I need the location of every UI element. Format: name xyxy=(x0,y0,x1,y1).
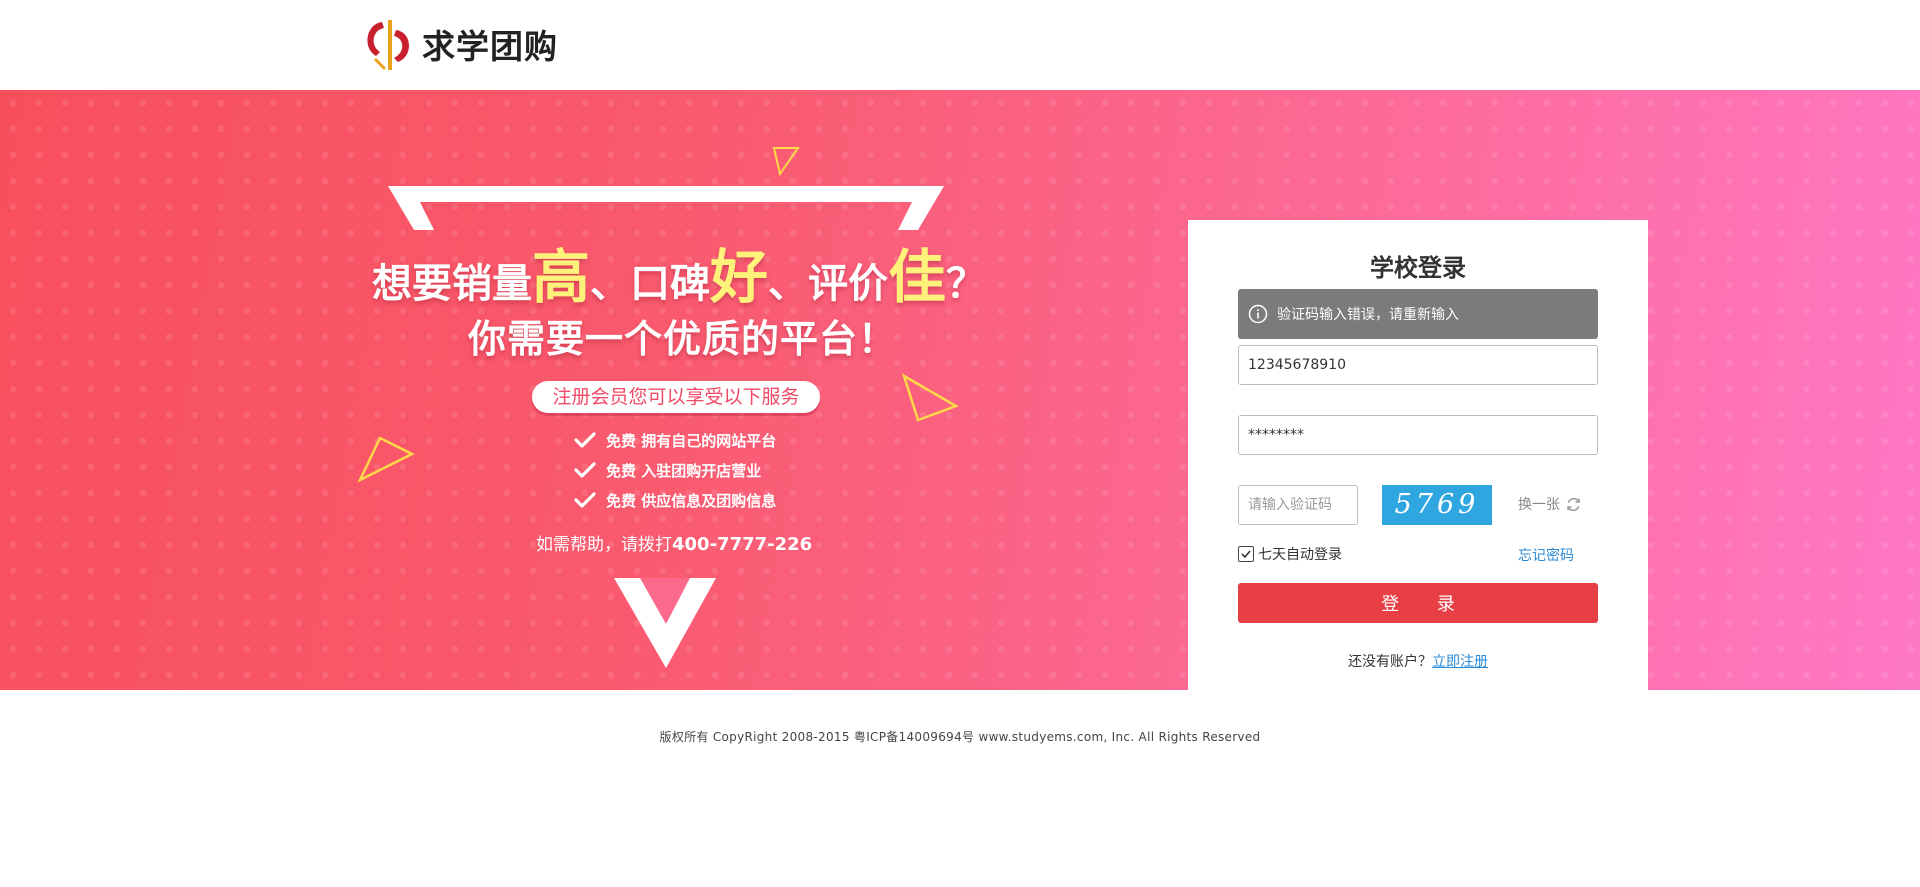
forgot-password-link[interactable]: 忘记密码 xyxy=(1518,545,1574,565)
username-input[interactable] xyxy=(1238,345,1598,385)
banner-subheadline: 你需要一个优质的平台！ xyxy=(468,317,898,361)
captcha-image[interactable]: 5769 xyxy=(1382,485,1492,525)
headline-part-4: ？ xyxy=(946,261,987,307)
password-input[interactable] xyxy=(1238,415,1598,455)
benefit-text: 免费 入驻团购开店营业 xyxy=(606,461,762,480)
logo-text: 求学团购 xyxy=(422,27,558,66)
headline-highlight-good: 好 xyxy=(710,243,769,311)
benefit-item: 免费 拥有自己的网站平台 xyxy=(574,425,776,455)
triangle-outline-2 xyxy=(901,373,959,422)
login-button[interactable]: 登 录 xyxy=(1238,583,1598,623)
register-link[interactable]: 立即注册 xyxy=(1432,654,1488,670)
logo-icon xyxy=(367,20,410,70)
captcha-input[interactable] xyxy=(1238,485,1358,525)
top-bracket-shape xyxy=(388,186,944,230)
check-icon xyxy=(574,492,596,508)
check-icon xyxy=(574,462,596,478)
headline-part-3: 、评价 xyxy=(768,261,889,307)
benefit-text: 免费 拥有自己的网站平台 xyxy=(606,431,777,450)
refresh-captcha-button[interactable]: 换一张 xyxy=(1518,494,1582,514)
error-alert-text: 验证码输入错误，请重新输入 xyxy=(1277,307,1459,323)
headline-highlight-high: 高 xyxy=(532,243,591,311)
register-prompt-text: 还没有账户？ xyxy=(1348,654,1432,670)
help-hotline: 如需帮助，请拨打400-7777-226 xyxy=(536,530,812,555)
benefit-item: 免费 供应信息及团购信息 xyxy=(574,485,776,515)
banner-headline: 想要销量高、口碑好、评价佳？ xyxy=(372,230,992,314)
hero-banner: 想要销量高、口碑好、评价佳？ 你需要一个优质的平台！ 注册会员您可以享受以下服务… xyxy=(0,90,1920,690)
benefit-item: 免费 入驻团购开店营业 xyxy=(574,455,776,485)
login-panel: 学校登录 验证码输入错误，请重新输入 5769 换一张 xyxy=(1188,220,1648,690)
site-logo[interactable]: 求学团购 xyxy=(358,14,558,74)
refresh-label: 换一张 xyxy=(1518,497,1560,513)
hotline-prefix: 如需帮助，请拨打 xyxy=(536,535,672,555)
error-alert: 验证码输入错误，请重新输入 xyxy=(1238,289,1598,339)
hotline-number: 400-7777-226 xyxy=(672,534,813,555)
checkbox-checked-icon[interactable] xyxy=(1238,546,1254,562)
triangle-outline-3 xyxy=(357,436,415,483)
headline-part-2: 、口碑 xyxy=(590,261,711,307)
site-header: 求学团购 xyxy=(0,0,1920,90)
remember-me-label: 七天自动登录 xyxy=(1258,547,1342,563)
member-benefits-pill: 注册会员您可以享受以下服务 xyxy=(532,381,820,413)
remember-me-checkbox[interactable]: 七天自动登录 xyxy=(1238,544,1342,564)
triangle-outline-1 xyxy=(772,147,800,177)
check-icon xyxy=(574,432,596,448)
refresh-icon xyxy=(1567,497,1580,511)
benefit-text: 免费 供应信息及团购信息 xyxy=(606,491,777,510)
register-prompt: 还没有账户？立即注册 xyxy=(1188,651,1648,671)
info-icon xyxy=(1248,304,1268,324)
headline-part-1: 想要销量 xyxy=(372,261,532,307)
headline-highlight-best: 佳 xyxy=(888,243,947,311)
login-title: 学校登录 xyxy=(1370,254,1466,282)
benefits-list: 免费 拥有自己的网站平台 免费 入驻团购开店营业 免费 供应信息及团购信息 xyxy=(574,425,776,515)
footer-copyright: 版权所有 CopyRight 2008-2015 粤ICP备14009694号 … xyxy=(659,730,1261,744)
